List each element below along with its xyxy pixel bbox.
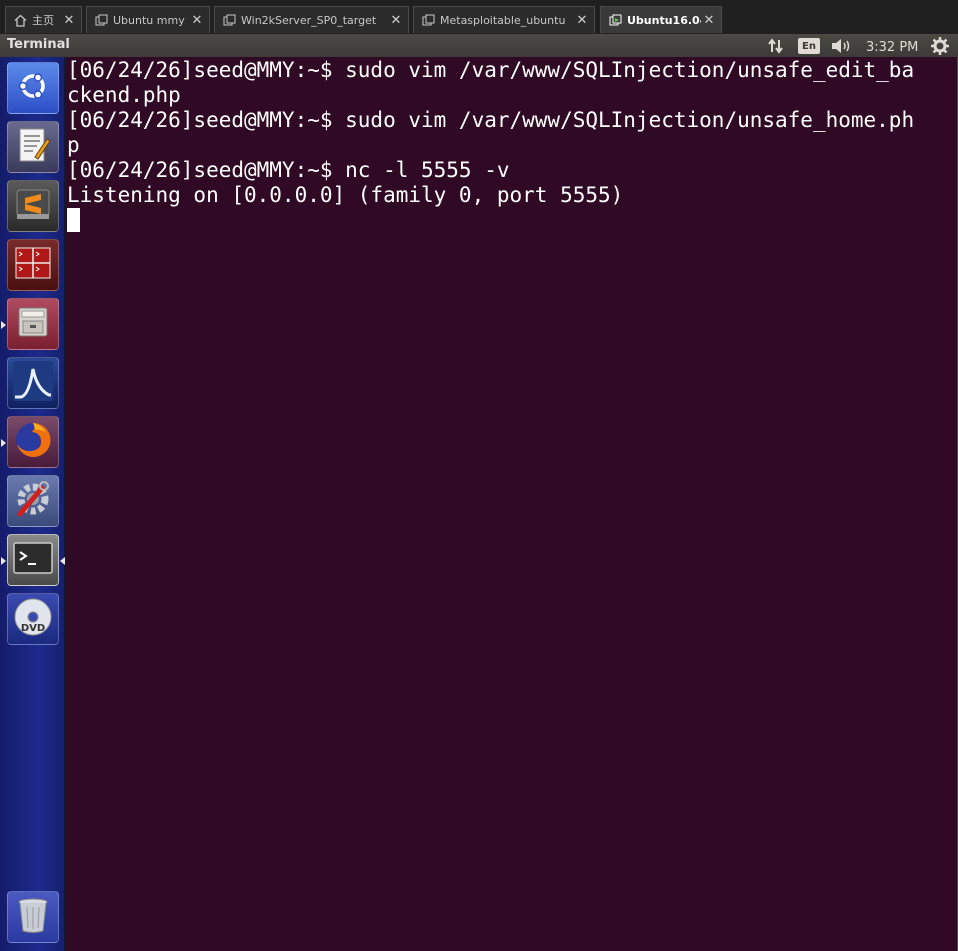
tab-label: Ubuntu mmy — [113, 13, 185, 27]
trash-icon — [15, 895, 51, 939]
clock[interactable]: 3:32 PM — [866, 38, 918, 57]
vm-icon — [421, 13, 435, 27]
svg-text:DVD: DVD — [21, 623, 45, 634]
terminal-icon — [12, 540, 54, 580]
dvd-button[interactable]: DVD — [7, 593, 59, 645]
trash-button[interactable] — [7, 891, 59, 943]
settings-wrench-icon — [12, 478, 54, 524]
close-icon[interactable]: ✕ — [61, 13, 77, 28]
top-panel: Terminal En 3:32 PM — [0, 34, 958, 57]
terminal-line: ckend.php — [67, 83, 181, 107]
terminal-line: [06/24/26]seed@MMY:~$ sudo vim /var/www/… — [67, 58, 915, 82]
system-settings-button[interactable] — [7, 475, 59, 527]
window-title: Terminal — [7, 37, 70, 52]
terminal-line: p — [67, 133, 80, 157]
sublime-text-icon — [13, 184, 53, 228]
wireshark-button[interactable] — [7, 357, 59, 409]
volume-icon[interactable] — [830, 36, 854, 55]
close-icon[interactable]: ✕ — [189, 13, 205, 28]
terminal-line: [06/24/26]seed@MMY:~$ sudo vim /var/www/… — [67, 108, 915, 132]
sublime-text-button[interactable] — [7, 180, 59, 232]
vm-running-icon — [608, 13, 622, 27]
file-manager-button[interactable] — [7, 298, 59, 350]
terminal-button[interactable] — [7, 534, 59, 586]
terminator-icon — [13, 243, 53, 287]
tab-ubuntu1604[interactable]: Ubuntu16.04 ✕ — [600, 6, 722, 33]
close-icon[interactable]: ✕ — [574, 13, 590, 28]
vm-icon — [222, 13, 236, 27]
firefox-button[interactable] — [7, 416, 59, 468]
tab-ubuntu-mmy[interactable]: Ubuntu mmy ✕ — [86, 6, 210, 33]
ubuntu-dash-button[interactable] — [7, 62, 59, 114]
gear-icon[interactable] — [930, 36, 950, 55]
tab-label: Win2kServer_SP0_target — [241, 13, 377, 27]
terminal-window[interactable]: [06/24/26]seed@MMY:~$ sudo vim /var/www/… — [66, 57, 958, 951]
home-icon — [13, 13, 27, 27]
running-indicator — [1, 439, 6, 447]
close-icon[interactable]: ✕ — [701, 13, 717, 28]
file-cabinet-icon — [13, 302, 53, 346]
tab-win2kserver[interactable]: Win2kServer_SP0_target ✕ — [214, 6, 409, 33]
text-editor-button[interactable] — [7, 121, 59, 173]
text-cursor — [67, 208, 80, 232]
vm-icon — [94, 13, 108, 27]
terminator-button[interactable] — [7, 239, 59, 291]
tab-home[interactable]: 主页 ✕ — [5, 6, 82, 33]
firefox-icon — [12, 419, 54, 465]
network-icon[interactable] — [766, 36, 786, 55]
running-indicator — [1, 557, 6, 565]
vm-tab-bar: 主页 ✕ Ubuntu mmy ✕ Win2kServer_SP0_target… — [0, 0, 958, 38]
tab-metasploitable[interactable]: Metasploitable_ubuntu ✕ — [413, 6, 595, 33]
dvd-disc-icon: DVD — [12, 596, 54, 642]
ubuntu-logo-icon — [15, 68, 51, 108]
tab-label: Ubuntu16.04 — [627, 13, 701, 27]
tab-label: Metasploitable_ubuntu — [440, 13, 566, 27]
focused-indicator — [60, 557, 65, 565]
tab-label: 主页 — [32, 14, 54, 27]
launcher: DVD — [0, 57, 65, 951]
running-indicator — [1, 321, 6, 329]
close-icon[interactable]: ✕ — [388, 13, 404, 28]
text-editor-icon — [13, 125, 53, 169]
terminal-line: Listening on [0.0.0.0] (family 0, port 5… — [67, 183, 624, 207]
wireshark-fin-icon — [11, 359, 55, 407]
keyboard-layout-indicator[interactable]: En — [798, 38, 820, 54]
terminal-line: [06/24/26]seed@MMY:~$ nc -l 5555 -v — [67, 158, 510, 182]
